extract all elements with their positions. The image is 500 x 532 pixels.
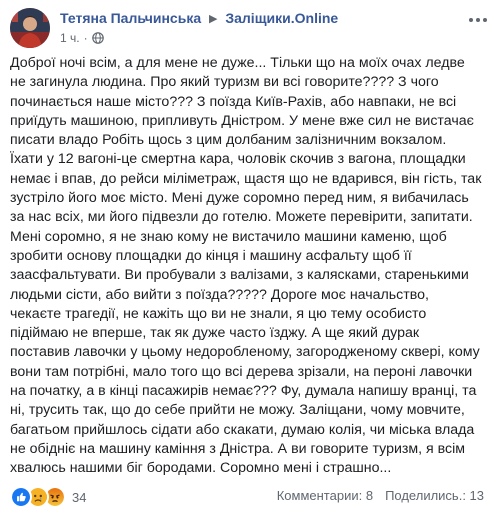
author-name[interactable]: Тетяна Пальчинська [60, 10, 201, 26]
avatar[interactable] [10, 8, 50, 48]
group-name[interactable]: Заліщики.Online [225, 10, 338, 26]
ellipsis-dot-icon [476, 18, 480, 22]
triangle-right-icon: ▶ [209, 13, 218, 25]
like-icon [10, 486, 32, 508]
avatar-image [10, 8, 50, 48]
more-options-button[interactable] [468, 14, 488, 26]
post-meta: 1 ч. · [60, 31, 104, 45]
ellipsis-dot-icon [469, 18, 473, 22]
shares-link[interactable]: Поделились.: 13 [385, 488, 484, 503]
facebook-post: Тетяна Пальчинська ▶ Заліщики.Online 1 ч… [0, 0, 500, 532]
post-stats: Комментарии: 8 Поделились.: 13 [277, 488, 484, 503]
separator-dot: · [83, 31, 88, 45]
reactions-summary[interactable]: 34 [10, 486, 86, 508]
ellipsis-dot-icon [483, 18, 487, 22]
post-header: Тетяна Пальчинська ▶ Заліщики.Online 1 ч… [10, 8, 490, 52]
post-footer: 34 Комментарии: 8 Поделились.: 13 [10, 486, 490, 510]
post-text: Доброї ночі всім, а для мене не дуже... … [10, 55, 486, 477]
reaction-count[interactable]: 34 [72, 490, 86, 505]
post-time[interactable]: 1 ч. [60, 31, 80, 45]
comments-link[interactable]: Комментарии: 8 [277, 488, 373, 503]
author-line: Тетяна Пальчинська ▶ Заліщики.Online [60, 10, 338, 26]
globe-icon[interactable] [91, 32, 104, 44]
